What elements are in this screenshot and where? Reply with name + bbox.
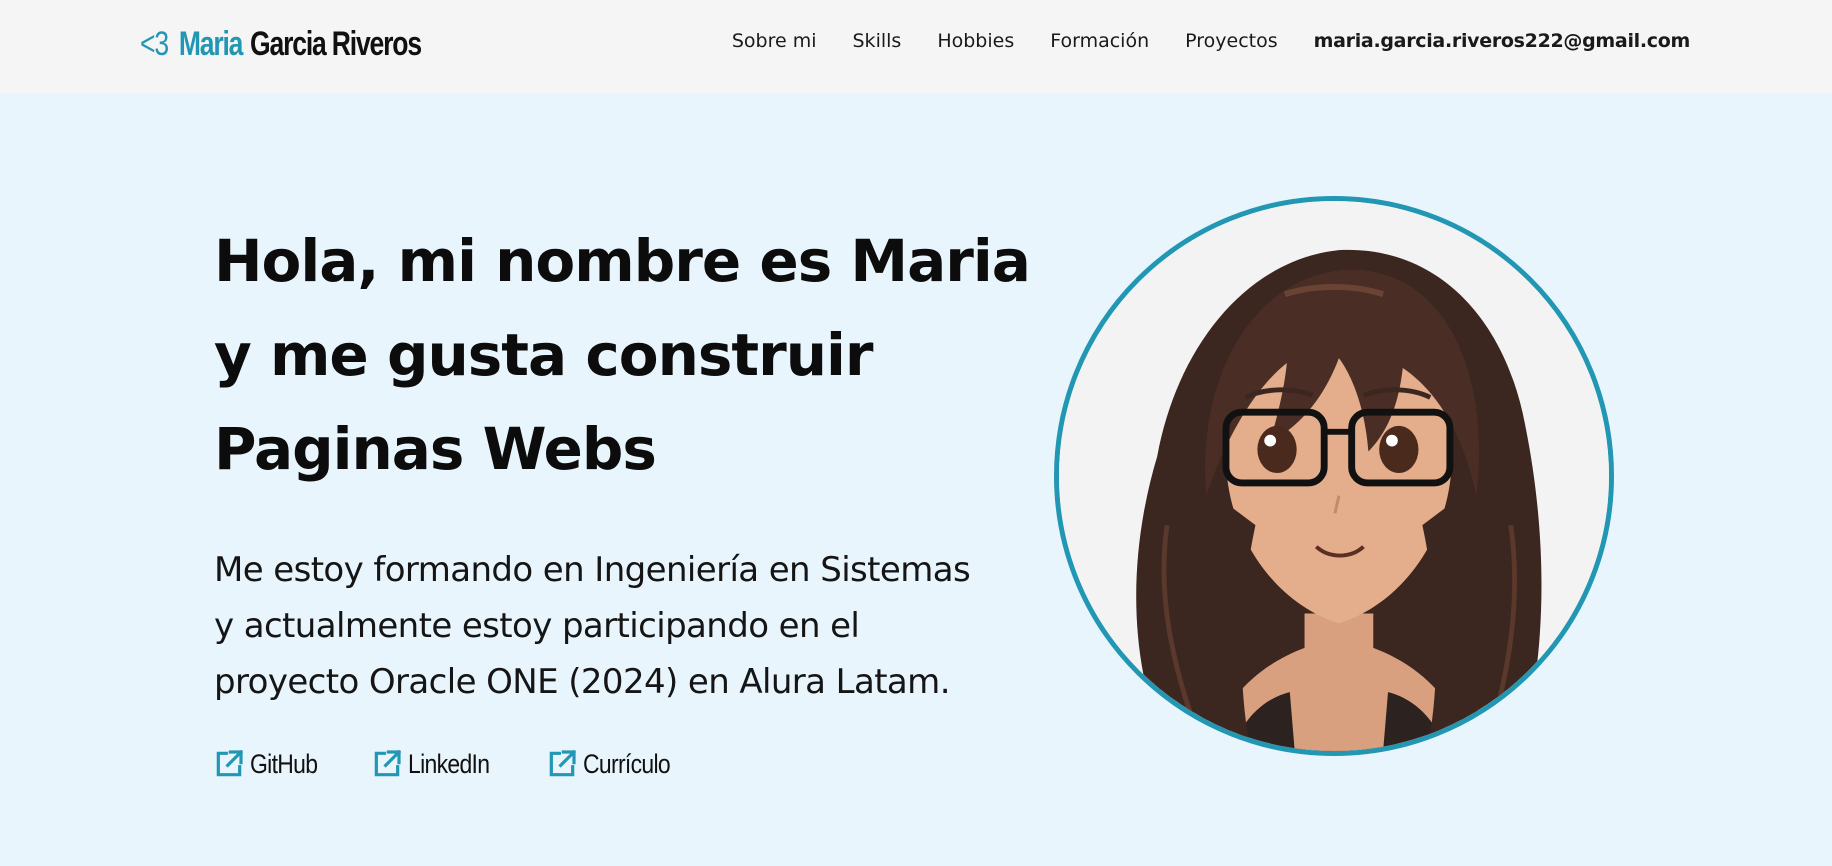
social-links: GitHub LinkedIn Currículo — [213, 748, 727, 780]
site-header: <3 Maria Garcia Riveros Sobre mi Skills … — [0, 0, 1832, 93]
external-link-icon — [374, 749, 402, 777]
github-link[interactable]: GitHub — [213, 748, 329, 780]
intro-line: y actualmente estoy participando en el — [214, 606, 860, 646]
logo-heart: <3 — [140, 24, 169, 63]
github-link-label: GitHub — [250, 748, 318, 779]
headline-line: Paginas Webs — [214, 415, 657, 483]
avatar — [1054, 196, 1614, 756]
external-link-icon — [216, 749, 244, 777]
site-logo[interactable]: <3 Maria Garcia Riveros — [140, 16, 422, 72]
nav-link-formacion[interactable]: Formación — [1050, 30, 1149, 52]
linkedin-link-label: LinkedIn — [408, 748, 490, 779]
linkedin-link[interactable]: LinkedIn — [371, 748, 504, 780]
hero-intro: Me estoy formando en Ingeniería en Siste… — [214, 542, 1014, 710]
intro-line: Me estoy formando en Ingeniería en Siste… — [214, 550, 971, 590]
hero-headline: Hola, mi nombre es Maria y me gusta cons… — [214, 214, 1034, 496]
nav-link-skills[interactable]: Skills — [853, 30, 902, 52]
curriculum-link-label: Currículo — [582, 748, 671, 779]
headline-line: Hola, mi nombre es Maria — [214, 227, 1031, 295]
curriculum-link[interactable]: Currículo — [546, 748, 685, 780]
nav-link-hobbies[interactable]: Hobbies — [937, 30, 1014, 52]
nav-link-sobre-mi[interactable]: Sobre mi — [732, 30, 817, 52]
intro-line: proyecto Oracle ONE (2024) en Alura Lata… — [214, 662, 951, 702]
logo-first-name: Maria — [178, 24, 244, 63]
external-link-icon — [549, 749, 577, 777]
anime-girl-avatar-illustration — [1059, 201, 1609, 751]
headline-line: y me gusta construir — [214, 321, 874, 389]
nav-email-link[interactable]: maria.garcia.riveros222@gmail.com — [1314, 30, 1691, 52]
nav-link-proyectos[interactable]: Proyectos — [1185, 30, 1278, 52]
main-nav: Sobre mi Skills Hobbies Formación Proyec… — [732, 30, 1690, 52]
logo-last-name: Garcia Riveros — [250, 24, 422, 63]
